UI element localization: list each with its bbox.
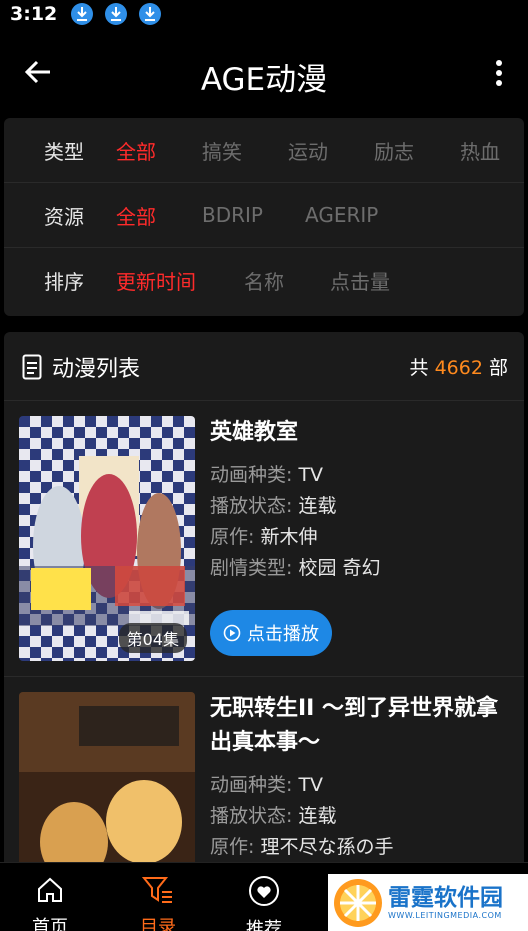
nav-label: 目录 [140,917,176,931]
watermark-brand: 雷霆软件园 [388,885,503,911]
filter-option[interactable]: 热血 [460,136,500,165]
meta-value: 理不尽な孫の手 [260,836,394,858]
play-circle-icon [223,624,241,642]
download-notification-icon [105,3,128,25]
download-notification-icon [71,3,94,25]
filter-option[interactable]: BDRIP [202,203,263,227]
anime-title[interactable]: 英雄教室 [210,416,510,450]
meta-key: 动画种类: [210,464,293,486]
filter-option[interactable]: AGERIP [305,203,378,227]
filter-option[interactable]: 点击量 [330,266,390,295]
list-title: 动漫列表 [52,357,141,382]
anime-title[interactable]: 无职转生II ～到了异世界就拿出真本事～ [210,692,510,760]
item-info: 英雄教室 动画种类: TV 播放状态: 连载 原作: 新木伸 剧情类型: 校园 … [210,416,510,584]
filter-option[interactable]: 名称 [244,266,284,295]
more-options-icon[interactable] [496,60,502,86]
download-notification-icon [139,3,162,25]
meta-author: 原作: 新木伸 [210,522,510,553]
list-item[interactable]: 无职转生II ～到了异世界就拿出真本事～ 动画种类: TV 播放状态: 连载 原… [4,677,524,872]
episode-badge: 第04集 [118,623,187,653]
meta-genre: 剧情类型: 校园 奇幻 [210,553,510,584]
cover-image[interactable]: 第04集 [19,416,195,661]
meta-value: 校园 奇幻 [298,557,381,579]
meta-value: TV [298,774,324,796]
meta-status: 播放状态: 连载 [210,801,510,832]
document-icon [22,354,42,380]
cover-image[interactable] [19,692,195,872]
total-count: 共 4662 部 [410,353,508,380]
list-item[interactable]: 第04集 英雄教室 动画种类: TV 播放状态: 连载 原作: 新木伸 剧情类型… [4,401,524,677]
nav-recommend[interactable]: 推荐 [224,875,304,931]
filter-option[interactable]: 励志 [374,136,414,165]
filter-label: 类型 [44,139,84,164]
filter-label: 排序 [44,270,84,294]
list-header: 动漫列表 共 4662 部 [4,332,524,401]
app-bar: AGE动漫 [0,28,528,114]
watermark-logo: 雷霆软件园 WWW.LEITINGMEDIA.COM [328,874,528,931]
filter-row-sort: 排序 更新时间 名称 点击量 [4,248,524,313]
meta-type: 动画种类: TV [210,770,510,801]
meta-key: 原作: [210,836,255,858]
filter-option[interactable]: 运动 [288,136,328,165]
filter-option[interactable]: 更新时间 [116,266,196,295]
meta-value: 新木伸 [260,526,318,548]
count-suffix: 部 [488,357,508,379]
anime-list: 动漫列表 共 4662 部 第04集 英雄教室 动画种类: TV 播放状态: 连… [4,332,524,872]
nav-catalog[interactable]: 目录 [118,875,198,931]
filter-option[interactable]: 搞笑 [202,136,242,165]
filter-funnel-icon [141,877,172,903]
filter-option[interactable]: 全部 [116,136,156,165]
meta-value: TV [298,464,324,486]
count-number: 4662 [434,357,483,379]
meta-key: 动画种类: [210,774,293,796]
page-title: AGE动漫 [200,62,328,98]
meta-value: 连载 [298,495,337,517]
meta-key: 原作: [210,526,255,548]
count-prefix: 共 [409,357,429,379]
orange-slice-icon [334,878,382,927]
play-label: 点击播放 [247,624,319,645]
nav-home[interactable]: 首页 [10,875,90,931]
play-button[interactable]: 点击播放 [210,610,332,656]
item-info: 无职转生II ～到了异世界就拿出真本事～ 动画种类: TV 播放状态: 连载 原… [210,692,510,863]
watermark-url: WWW.LEITINGMEDIA.COM [388,911,502,920]
filter-panel: 类型 全部 搞笑 运动 励志 热血 资源 全部 BDRIP AGERIP 排序 … [4,118,524,316]
filter-row-type: 类型 全部 搞笑 运动 励志 热血 [4,118,524,183]
meta-type: 动画种类: TV [210,460,510,491]
heart-icon [249,876,279,906]
nav-label: 推荐 [246,919,282,931]
home-icon [38,877,62,902]
nav-label: 首页 [32,917,68,931]
filter-label: 资源 [44,204,84,229]
filter-option[interactable]: 全部 [116,201,156,230]
meta-author: 原作: 理不尽な孫の手 [210,832,510,863]
meta-value: 连载 [298,805,337,827]
meta-key: 剧情类型: [210,557,293,579]
meta-key: 播放状态: [210,495,293,517]
status-bar: 3:12 [0,0,528,28]
status-time: 3:12 [10,3,58,25]
meta-key: 播放状态: [210,805,293,827]
filter-row-source: 资源 全部 BDRIP AGERIP [4,183,524,248]
meta-status: 播放状态: 连载 [210,491,510,522]
